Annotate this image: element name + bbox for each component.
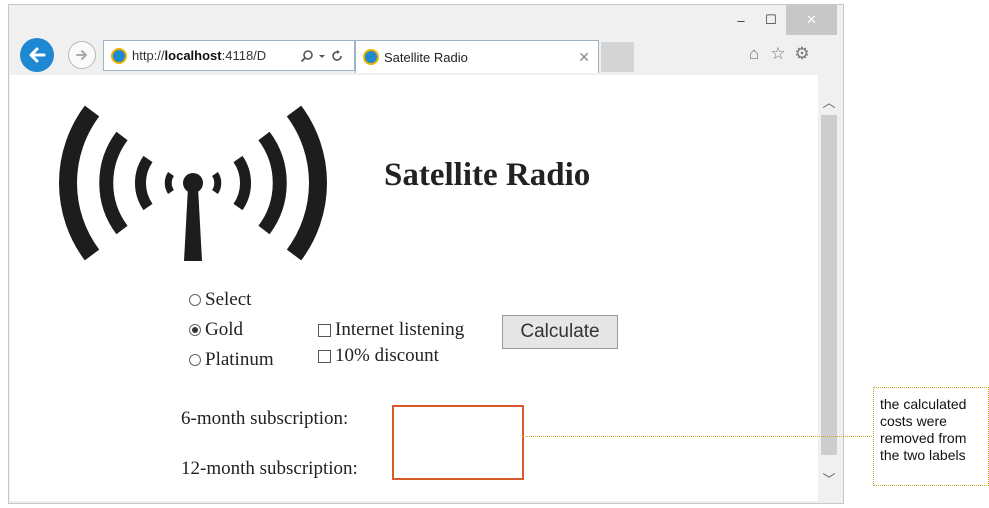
checkbox-internet-listening[interactable]: Internet listening: [318, 319, 464, 341]
removed-costs-highlight: [392, 405, 524, 480]
settings-gear-icon[interactable]: ⚙: [793, 43, 811, 65]
callout-line: the two labels: [880, 447, 966, 463]
tab-close-icon[interactable]: ✕: [578, 49, 590, 66]
tab-title: Satellite Radio: [384, 49, 468, 65]
satellite-radio-logo: [59, 105, 327, 261]
scroll-up-icon[interactable]: ︿: [818, 90, 840, 112]
refresh-icon[interactable]: [330, 49, 344, 63]
radio-platinum-button[interactable]: [189, 354, 201, 366]
search-icon[interactable]: [300, 49, 314, 63]
radio-gold[interactable]: Gold: [189, 319, 243, 341]
radio-select-label: Select: [205, 289, 252, 310]
radio-platinum-label: Platinum: [205, 349, 274, 370]
checkbox-internet-box[interactable]: [318, 323, 331, 337]
checkbox-internet-label: Internet listening: [335, 319, 465, 340]
callout-line: removed from: [880, 430, 967, 446]
page-content: Satellite Radio Select Gold Platinum Int…: [10, 75, 818, 501]
radio-select-button[interactable]: [189, 294, 201, 306]
checkbox-discount[interactable]: 10% discount: [318, 345, 439, 367]
address-bar[interactable]: http://localhost:4118/D: [103, 40, 355, 71]
new-tab-button[interactable]: [601, 42, 634, 72]
callout-line: costs were: [880, 413, 947, 429]
home-icon[interactable]: ⌂: [745, 43, 763, 65]
radio-gold-label: Gold: [205, 319, 243, 340]
scrollbar-thumb[interactable]: [821, 115, 837, 455]
checkbox-discount-box[interactable]: [318, 349, 331, 363]
back-arrow-icon: [29, 47, 46, 63]
favorites-star-icon[interactable]: ☆: [769, 43, 787, 65]
callout-connector: [522, 436, 874, 437]
radio-platinum[interactable]: Platinum: [189, 349, 274, 371]
back-button[interactable]: [20, 38, 54, 72]
scroll-down-icon[interactable]: ﹀: [818, 467, 840, 489]
minimize-button[interactable]: –: [727, 5, 755, 35]
checkbox-discount-label: 10% discount: [335, 345, 439, 366]
callout-line: the calculated: [880, 396, 967, 412]
forward-button[interactable]: [68, 41, 96, 69]
maximize-button[interactable]: ☐: [757, 5, 785, 35]
browser-tab[interactable]: Satellite Radio ✕: [355, 40, 599, 73]
page-title: Satellite Radio: [384, 157, 591, 193]
address-url: http://localhost:4118/D: [132, 48, 267, 63]
calculate-button[interactable]: Calculate: [502, 315, 618, 349]
browser-window: – ☐ ✕ http://localhost:4118/D Satellite …: [8, 4, 844, 504]
ie-logo-icon: [111, 47, 127, 64]
twelve-month-label: 12-month subscription:: [181, 458, 358, 479]
vertical-scrollbar[interactable]: ︿ ﹀: [818, 75, 840, 501]
dropdown-icon[interactable]: [317, 51, 327, 61]
close-button[interactable]: ✕: [786, 5, 837, 35]
ie-logo-icon: [363, 49, 379, 65]
radio-select[interactable]: Select: [189, 289, 251, 311]
six-month-label: 6-month subscription:: [181, 408, 349, 429]
radio-gold-button[interactable]: [189, 324, 201, 336]
forward-arrow-icon: [76, 50, 87, 60]
annotation-callout: the calculated costs were removed from t…: [873, 387, 989, 486]
